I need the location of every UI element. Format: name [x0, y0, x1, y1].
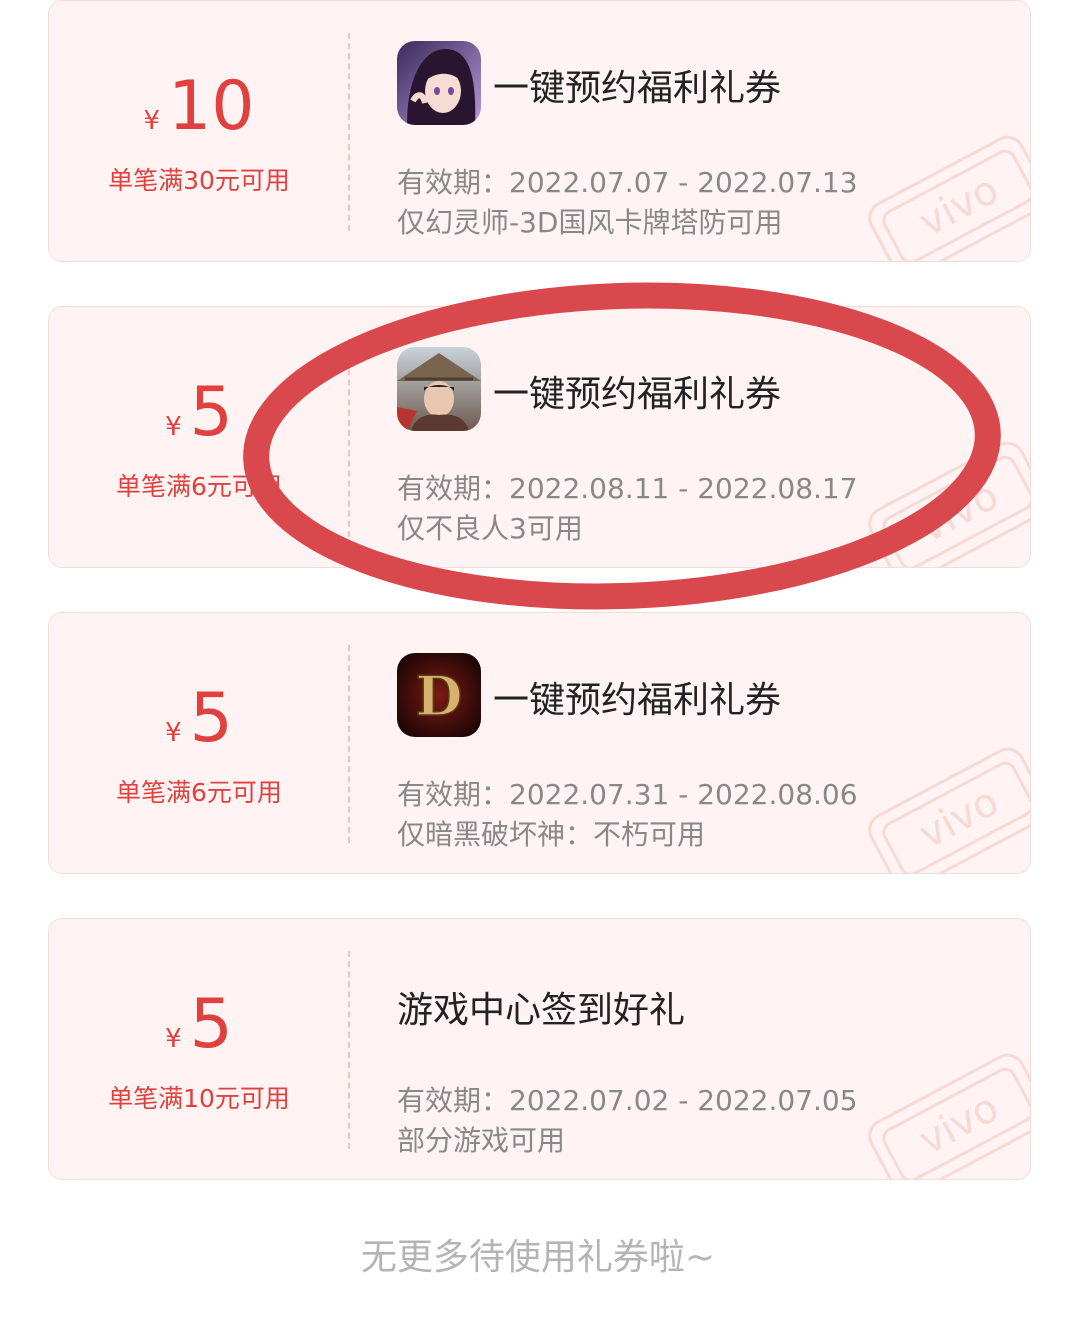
- diablo-d-game-icon: D: [397, 653, 481, 737]
- dashed-divider: [348, 33, 350, 231]
- dashed-divider: [348, 951, 350, 1149]
- coupon-validity: 有效期：2022.07.07 - 2022.07.13: [397, 166, 858, 199]
- currency-symbol: ¥: [165, 718, 182, 748]
- coupon-card[interactable]: ¥5 单笔满10元可用 游戏中心签到好礼 有效期：2022.07.02 - 20…: [48, 918, 1031, 1180]
- coupon-validity: 有效期：2022.07.02 - 2022.07.05: [397, 1084, 858, 1117]
- coupon-card[interactable]: ¥5 单笔满6元可用 D 一键预约福利礼券 有效期：2022.07.31 - 2…: [48, 612, 1031, 874]
- dashed-divider: [348, 339, 350, 537]
- coupon-condition: 单笔满6元可用: [116, 778, 282, 807]
- coupon-value-section: ¥5 单笔满10元可用: [49, 919, 349, 1179]
- coupon-title: 一键预约福利礼券: [493, 680, 782, 721]
- coupon-price: ¥5: [49, 679, 349, 759]
- vivo-watermark-stamp: vivo: [868, 747, 1030, 873]
- coupon-value-section: ¥5 单笔满6元可用: [49, 307, 349, 567]
- coupon-validity: 有效期：2022.08.11 - 2022.08.17: [397, 472, 858, 505]
- coupon-title: 游戏中心签到好礼: [397, 990, 686, 1031]
- coupon-title: 一键预约福利礼券: [493, 68, 782, 109]
- currency-symbol: ¥: [165, 412, 182, 442]
- coupon-condition: 单笔满30元可用: [108, 166, 290, 195]
- vivo-watermark-stamp: vivo: [868, 441, 1030, 567]
- coupon-price: ¥10: [49, 67, 349, 147]
- currency-symbol: ¥: [165, 1024, 182, 1054]
- coupon-amount: 5: [189, 985, 233, 1064]
- coupon-title: 一键预约福利礼券: [493, 374, 782, 415]
- coupon-card[interactable]: ¥5 单笔满6元可用 一键预约福利礼券 有效期：2022.08.11 - 202…: [48, 306, 1031, 568]
- coupon-validity: 有效期：2022.07.31 - 2022.08.06: [397, 778, 858, 811]
- coupon-value-section: ¥10 单笔满30元可用: [49, 1, 349, 261]
- coupon-price: ¥5: [49, 985, 349, 1065]
- vivo-watermark-stamp: vivo: [868, 135, 1030, 261]
- coupon-restriction: 仅暗黑破坏神：不朽可用: [397, 818, 706, 851]
- coupon-condition: 单笔满10元可用: [108, 1084, 290, 1113]
- coupon-restriction: 仅不良人3可用: [397, 512, 583, 545]
- coupon-amount: 5: [189, 373, 233, 452]
- coupon-restriction: 仅幻灵师-3D国风卡牌塔防可用: [397, 206, 783, 239]
- coupon-value-section: ¥5 单笔满6元可用: [49, 613, 349, 873]
- currency-symbol: ¥: [143, 106, 160, 136]
- coupon-price: ¥5: [49, 373, 349, 453]
- coupon-amount: 5: [189, 679, 233, 758]
- swordsman-hat-game-icon: [397, 347, 481, 431]
- no-more-coupons-text: 无更多待使用礼券啦~: [360, 1237, 716, 1278]
- icon-letter: D: [416, 664, 463, 728]
- coupon-restriction: 部分游戏可用: [397, 1124, 566, 1157]
- vivo-watermark-stamp: vivo: [868, 1053, 1030, 1179]
- dashed-divider: [348, 645, 350, 843]
- anime-girl-game-icon: [397, 41, 481, 125]
- coupon-condition: 单笔满6元可用: [116, 472, 282, 501]
- coupon-card[interactable]: ¥10 单笔满30元可用 一键预约福利礼券 有效期：2022.07.07 - 2…: [48, 0, 1031, 262]
- coupon-amount: 10: [168, 67, 255, 146]
